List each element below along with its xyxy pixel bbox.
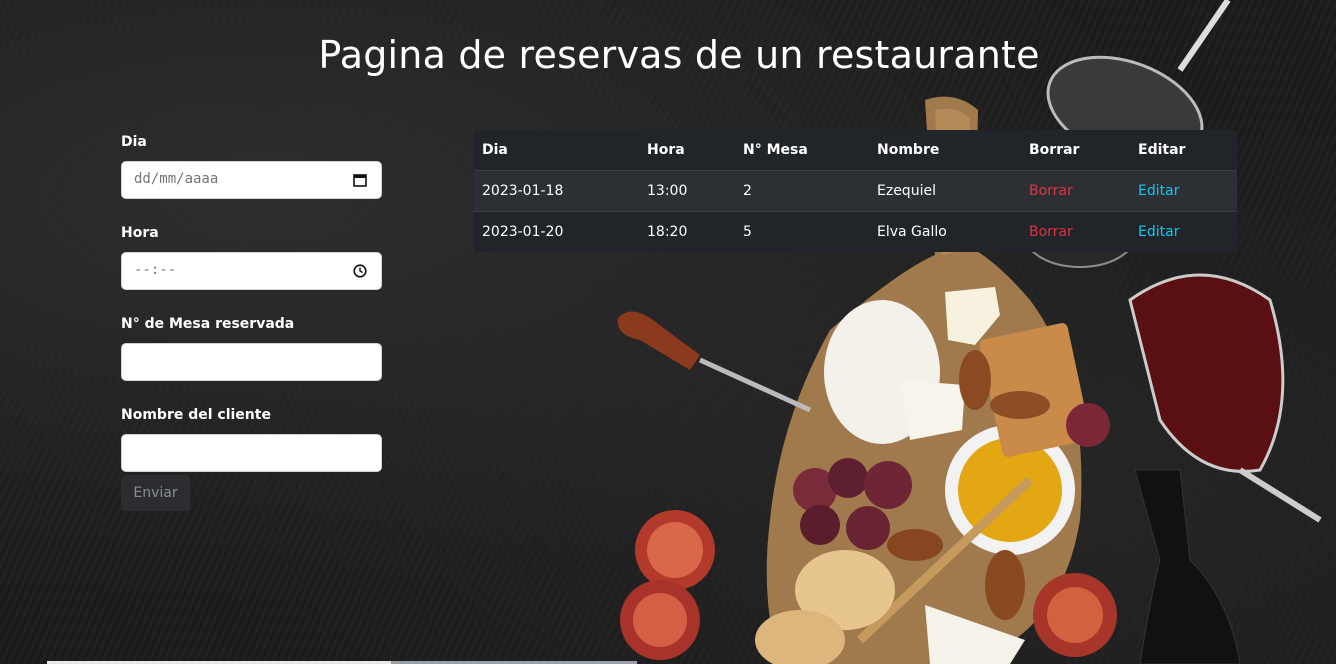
header-editar: Editar: [1138, 142, 1186, 158]
mesa-field[interactable]: [121, 343, 401, 381]
cell-nombre: Elva Gallo: [869, 211, 1021, 252]
cell-nombre: Ezequiel: [869, 170, 1021, 212]
hora-input[interactable]: [122, 253, 346, 287]
header-hora: Hora: [647, 142, 685, 158]
calendar-icon[interactable]: [353, 173, 367, 187]
nombre-input[interactable]: [122, 435, 401, 469]
enviar-button[interactable]: Enviar: [121, 475, 190, 511]
hora-field[interactable]: [121, 252, 382, 290]
table-row: 2023-01-20 18:20 5 Elva Gallo Borrar Edi…: [474, 211, 1237, 252]
cell-mesa: 2: [735, 170, 869, 212]
table-header-row: Dia Hora N° Mesa Nombre Borrar Editar: [474, 130, 1237, 171]
cell-mesa: 5: [735, 211, 869, 252]
table-row: 2023-01-18 13:00 2 Ezequiel Borrar Edita…: [474, 170, 1237, 212]
editar-link[interactable]: Editar: [1138, 224, 1179, 240]
cell-dia: 2023-01-20: [474, 211, 639, 252]
borrar-link[interactable]: Borrar: [1029, 224, 1073, 240]
nombre-field[interactable]: [121, 434, 401, 472]
cell-hora: 18:20: [639, 211, 735, 252]
reservations-table: Dia Hora N° Mesa Nombre Borrar Editar 20…: [474, 130, 1237, 252]
dia-input[interactable]: [122, 162, 346, 196]
header-nombre: Nombre: [877, 142, 940, 158]
header-mesa: N° Mesa: [743, 142, 808, 158]
editar-link[interactable]: Editar: [1138, 183, 1179, 199]
clock-icon[interactable]: [353, 264, 367, 278]
cell-hora: 13:00: [639, 170, 735, 212]
hora-label: Hora: [121, 225, 159, 241]
dia-field[interactable]: [121, 161, 382, 199]
header-dia: Dia: [482, 142, 508, 158]
borrar-link[interactable]: Borrar: [1029, 183, 1073, 199]
header-borrar: Borrar: [1029, 142, 1080, 158]
mesa-input[interactable]: [122, 344, 401, 378]
mesa-label: N° de Mesa reservada: [121, 316, 295, 332]
page-title: Pagina de reservas de un restaurante: [318, 33, 1040, 77]
cell-dia: 2023-01-18: [474, 170, 639, 212]
nombre-label: Nombre del cliente: [121, 407, 271, 423]
reservation-form: Dia Hora N° de Mesa reservada Nombre del…: [121, 130, 401, 498]
dia-label: Dia: [121, 134, 147, 150]
